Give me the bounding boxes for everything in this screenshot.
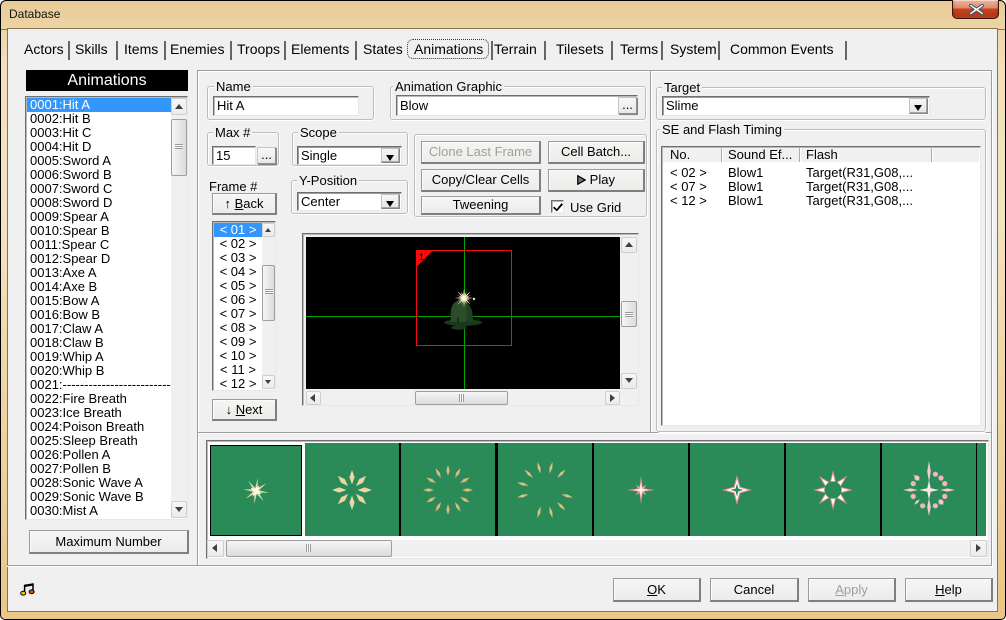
svg-text:1: 1 <box>419 252 424 262</box>
